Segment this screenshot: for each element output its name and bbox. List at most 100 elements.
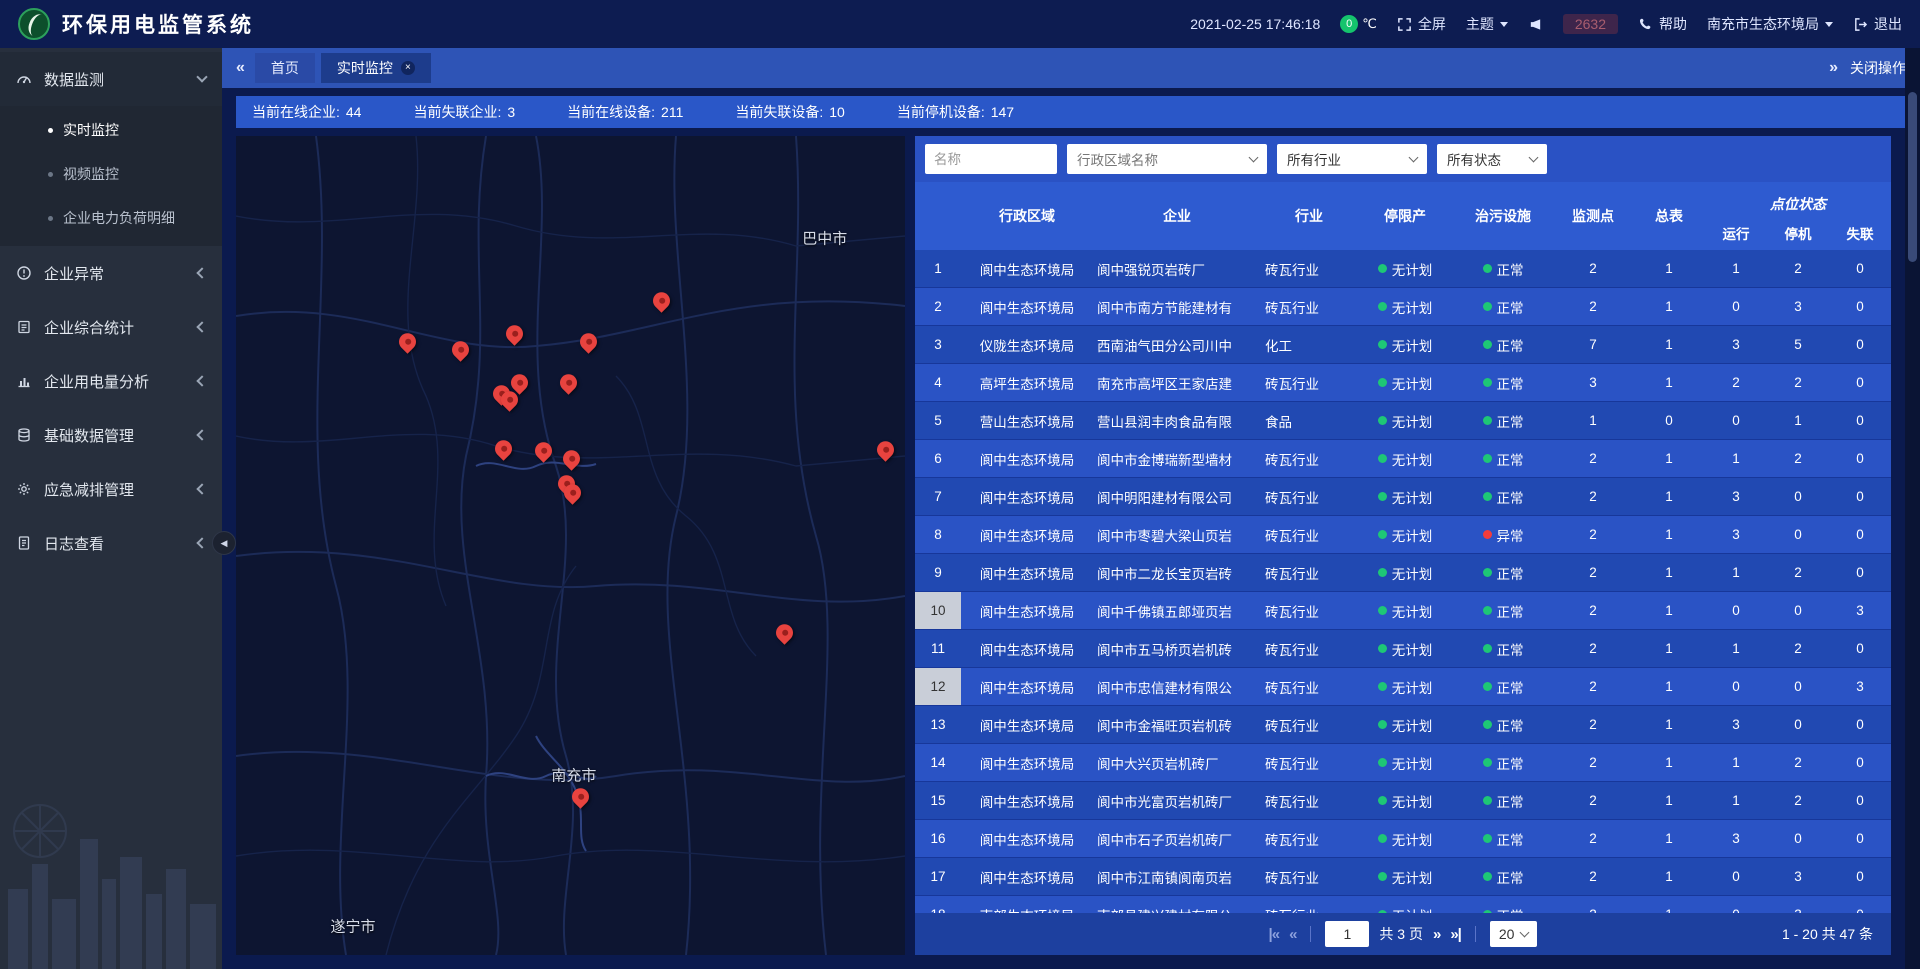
table-row[interactable]: 12阆中生态环境局阆中市忠信建材有限公砖瓦行业无计划正常21003 <box>915 668 1891 706</box>
last-page-button[interactable]: »| <box>1450 926 1461 943</box>
sidebar-group[interactable]: 企业综合统计 <box>0 300 222 354</box>
table-row[interactable]: 17阆中生态环境局阆中市江南镇阆南页岩砖瓦行业无计划正常21030 <box>915 858 1891 896</box>
sidebar-subitem[interactable]: 视频监控 <box>0 152 222 196</box>
cell-lost: 0 <box>1829 858 1891 895</box>
close-operations-button[interactable]: 关闭操作 <box>1850 58 1906 78</box>
table-row[interactable]: 7阆中生态环境局阆中明阳建材有限公司砖瓦行业无计划正常21300 <box>915 478 1891 516</box>
industry-filter-select[interactable]: 所有行业 <box>1277 144 1427 174</box>
table-row[interactable]: 5营山生态环境局营山县润丰肉食品有限食品无计划正常10010 <box>915 402 1891 440</box>
sidebar-group[interactable]: 企业异常 <box>0 246 222 300</box>
map-pin[interactable] <box>776 624 798 646</box>
status-dot-green <box>1483 302 1492 311</box>
chevron-down-icon <box>1529 152 1539 162</box>
cell-lost: 0 <box>1829 820 1891 857</box>
table-row[interactable]: 14阆中生态环境局阆中大兴页岩机砖厂砖瓦行业无计划正常21120 <box>915 744 1891 782</box>
cell-points: 2 <box>1553 250 1633 287</box>
cell-limit-status: 无计划 <box>1357 364 1453 401</box>
region-filter-select[interactable]: 行政区域名称 <box>1067 144 1267 174</box>
cell-meters: 1 <box>1633 706 1705 743</box>
cell-industry: 砖瓦行业 <box>1261 288 1357 325</box>
sidebar-subitem[interactable]: 实时监控 <box>0 108 222 152</box>
map-pin[interactable] <box>506 325 528 347</box>
map-pin[interactable] <box>399 333 421 355</box>
tab-1[interactable]: 实时监控× <box>321 53 431 83</box>
cell-run: 1 <box>1705 250 1767 287</box>
status-text: 无计划 <box>1392 829 1433 849</box>
sidebar-collapse-button[interactable]: ◀ <box>212 531 236 555</box>
table-row[interactable]: 11阆中生态环境局阆中市五马桥页岩机砖砖瓦行业无计划正常21120 <box>915 630 1891 668</box>
cell-index: 12 <box>915 668 961 705</box>
table-row[interactable]: 9阆中生态环境局阆中市二龙长宝页岩砖砖瓦行业无计划正常21120 <box>915 554 1891 592</box>
map-pin[interactable] <box>452 341 474 363</box>
table-row[interactable]: 4高坪生态环境局南充市高坪区王家店建砖瓦行业无计划正常31220 <box>915 364 1891 402</box>
table-row[interactable]: 13阆中生态环境局阆中市金福旺页岩机砖砖瓦行业无计划正常21300 <box>915 706 1891 744</box>
sidebar-group[interactable]: 应急减排管理 <box>0 462 222 516</box>
table-row[interactable]: 10阆中生态环境局阆中千佛镇五郎垭页岩砖瓦行业无计划正常21003 <box>915 592 1891 630</box>
map-pin[interactable] <box>501 391 523 413</box>
cell-lost: 0 <box>1829 364 1891 401</box>
name-filter-input[interactable] <box>925 144 1057 174</box>
table-row[interactable]: 3仪陇生态环境局西南油气田分公司川中化工无计划正常71350 <box>915 326 1891 364</box>
temperature-unit: ℃ <box>1362 16 1377 32</box>
sidebar-group[interactable]: 企业用电量分析 <box>0 354 222 408</box>
cell-run: 0 <box>1705 402 1767 439</box>
scrollbar-thumb[interactable] <box>1908 92 1917 262</box>
tab-0[interactable]: 首页 <box>255 53 315 83</box>
status-text: 无计划 <box>1392 753 1433 773</box>
sidebar-subitem[interactable]: 企业电力负荷明细 <box>0 196 222 240</box>
table-row[interactable]: 6阆中生态环境局阆中市金博瑞新型墙材砖瓦行业无计划正常21120 <box>915 440 1891 478</box>
status-filter-select[interactable]: 所有状态 <box>1437 144 1547 174</box>
map-pin[interactable] <box>495 440 517 462</box>
next-page-button[interactable]: » <box>1433 926 1440 943</box>
sidebar-group[interactable]: 数据监测 <box>0 52 222 106</box>
map-pin[interactable] <box>560 374 582 396</box>
cell-facility-status: 正常 <box>1453 440 1553 477</box>
prev-page-button[interactable]: « <box>1289 926 1296 943</box>
logout-button[interactable]: 退出 <box>1853 14 1902 34</box>
record-range-label: 1 - 20 共 47 条 <box>1782 924 1873 944</box>
cell-industry: 砖瓦行业 <box>1261 554 1357 591</box>
cell-points: 2 <box>1553 554 1633 591</box>
cell-company: 阆中市枣碧大梁山页岩 <box>1093 516 1261 553</box>
sidebar-group[interactable]: 基础数据管理 <box>0 408 222 462</box>
cell-industry: 砖瓦行业 <box>1261 744 1357 781</box>
stat-label: 当前停机设备: <box>897 102 985 122</box>
datetime-label: 2021-02-25 17:46:18 <box>1190 16 1320 32</box>
table-row[interactable]: 16阆中生态环境局阆中市石子页岩机砖厂砖瓦行业无计划正常21300 <box>915 820 1891 858</box>
map-pin[interactable] <box>653 292 675 314</box>
tabs-forward-icon[interactable]: » <box>1829 59 1838 77</box>
map-pin[interactable] <box>877 441 899 463</box>
cell-points: 2 <box>1553 706 1633 743</box>
table-row[interactable]: 2阆中生态环境局阆中市南方节能建材有砖瓦行业无计划正常21030 <box>915 288 1891 326</box>
cell-index: 9 <box>915 554 961 591</box>
table-row[interactable]: 15阆中生态环境局阆中市光富页岩机砖厂砖瓦行业无计划正常21120 <box>915 782 1891 820</box>
pin-icon <box>502 322 526 346</box>
map-pin[interactable] <box>580 333 602 355</box>
table-row[interactable]: 18南部生态环境局南部县建兴建材有限公砖瓦行业无计划正常21030 <box>915 896 1891 913</box>
cell-facility-status: 正常 <box>1453 250 1553 287</box>
map-pin[interactable] <box>572 788 594 810</box>
table-row[interactable]: 8阆中生态环境局阆中市枣碧大梁山页岩砖瓦行业无计划异常21300 <box>915 516 1891 554</box>
map-pin[interactable] <box>563 450 585 472</box>
tab-close-icon[interactable]: × <box>401 61 415 75</box>
status-dot-green <box>1378 644 1387 653</box>
sidebar-group-label: 数据监测 <box>44 69 186 90</box>
page-size-select[interactable]: 20 <box>1490 921 1538 947</box>
map-pin[interactable] <box>564 484 586 506</box>
map-panel[interactable]: 巴中市南充市遂宁市 <box>236 136 905 955</box>
fullscreen-button[interactable]: 全屏 <box>1397 14 1446 34</box>
tabs-back-icon[interactable]: « <box>236 59 245 77</box>
status-text: 异常 <box>1497 525 1524 545</box>
table-row[interactable]: 1阆中生态环境局阆中强锐页岩砖厂砖瓦行业无计划正常21120 <box>915 250 1891 288</box>
sidebar-group[interactable]: 日志查看 <box>0 516 222 570</box>
first-page-button[interactable]: |« <box>1269 926 1280 943</box>
help-button[interactable]: 帮助 <box>1638 14 1687 34</box>
page-number-input[interactable] <box>1325 921 1369 947</box>
sidebar-subitem-label: 视频监控 <box>63 164 119 184</box>
map-pin[interactable] <box>535 442 557 464</box>
cell-lost: 0 <box>1829 250 1891 287</box>
pin-center-dot <box>403 337 411 345</box>
org-selector[interactable]: 南充市生态环境局 <box>1707 14 1833 34</box>
announcement-button[interactable] <box>1528 17 1543 32</box>
theme-button[interactable]: 主题 <box>1466 14 1508 34</box>
